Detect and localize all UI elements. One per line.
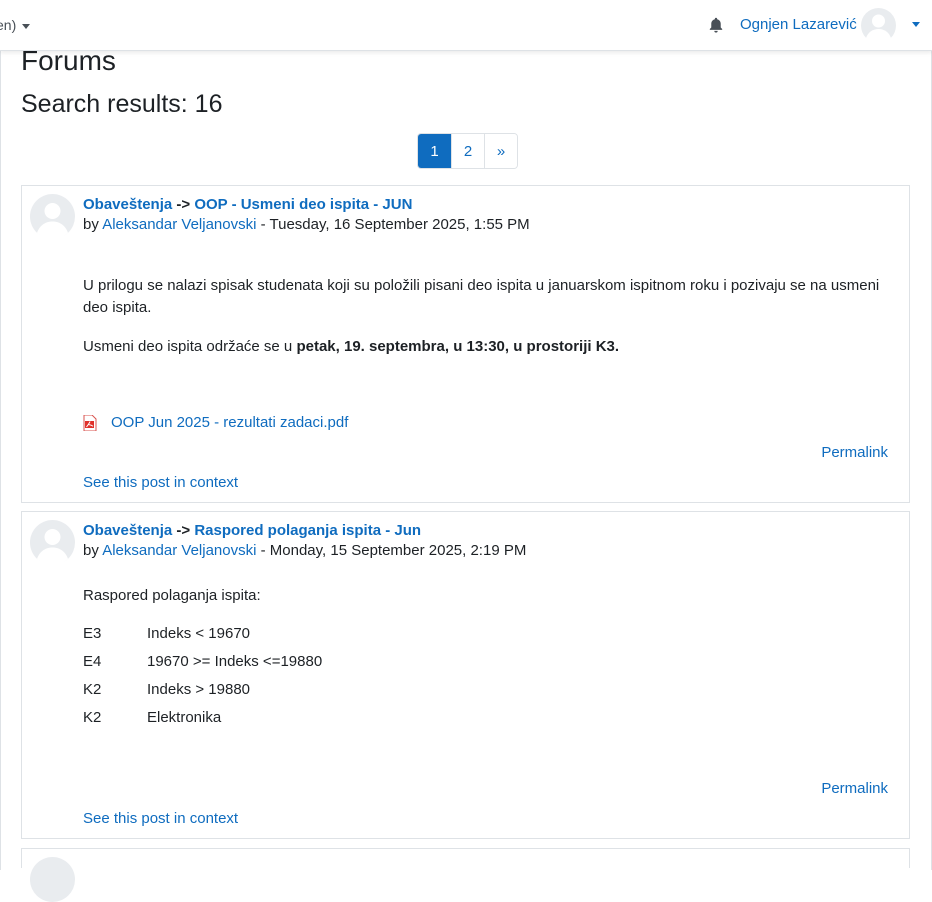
- range-cell: 19670 >= Indeks <=19880: [147, 653, 323, 670]
- chevron-down-icon: [22, 23, 31, 29]
- user-menu-name[interactable]: Ognjen Lazarević: [740, 16, 857, 33]
- pagination: 1 2 »: [417, 133, 518, 169]
- room-cell: E3: [83, 625, 102, 642]
- post-header: Obaveštenja -> Raspored polaganja ispita…: [83, 521, 526, 561]
- post-content: U prilogu se nalazi spisak studenata koj…: [83, 275, 893, 358]
- user-avatar-icon[interactable]: [861, 8, 896, 43]
- table-row: K2 Elektronika: [83, 704, 893, 732]
- attachment: OOP Jun 2025 - rezultati zadaci.pdf: [83, 414, 348, 431]
- forum-link[interactable]: Obaveštenja: [83, 522, 172, 539]
- range-cell: Elektronika: [147, 709, 222, 726]
- post-paragraph: U prilogu se nalazi spisak studenata koj…: [83, 277, 880, 316]
- bell-icon[interactable]: [707, 16, 725, 34]
- user-menu-chevron-icon[interactable]: [912, 22, 920, 27]
- breadcrumb-arrow: ->: [176, 522, 191, 539]
- table-row: E3 Indeks < 19670: [83, 620, 893, 648]
- pdf-file-icon: [83, 414, 97, 431]
- author-link[interactable]: Aleksandar Veljanovski: [102, 216, 256, 233]
- forum-post: Obaveštenja -> Raspored polaganja ispita…: [21, 511, 910, 839]
- see-post-in-context-link[interactable]: See this post in context: [83, 474, 238, 491]
- forum-link[interactable]: Obaveštenja: [83, 196, 172, 213]
- post-date: - Monday, 15 September 2025, 2:19 PM: [256, 542, 527, 559]
- post-paragraph: Usmeni deo ispita održaće se u petak, 19…: [83, 336, 893, 358]
- language-label: en): [0, 17, 17, 33]
- room-cell: K2: [83, 681, 102, 698]
- post-subject-link[interactable]: OOP - Usmeni deo ispita - JUN: [194, 196, 412, 213]
- top-navbar: en) Ognjen Lazarević: [0, 0, 932, 51]
- page-2-button[interactable]: 2: [451, 134, 484, 168]
- room-cell: E4: [83, 653, 102, 670]
- permalink-link[interactable]: Permalink: [821, 444, 888, 461]
- author-link[interactable]: Aleksandar Veljanovski: [102, 542, 256, 559]
- post-content: Raspored polaganja ispita: E3 Indeks < 1…: [83, 585, 893, 732]
- post-header: Obaveštenja -> OOP - Usmeni deo ispita -…: [83, 195, 530, 235]
- breadcrumb-arrow: ->: [176, 196, 191, 213]
- author-avatar-icon[interactable]: [30, 857, 75, 902]
- by-label: by: [83, 542, 99, 559]
- table-row: K2 Indeks > 19880: [83, 676, 893, 704]
- post-bold-text: petak, 19. septembra, u 13:30, u prostor…: [296, 338, 620, 355]
- author-avatar-icon[interactable]: [30, 194, 75, 239]
- range-cell: Indeks > 19880: [147, 681, 251, 698]
- schedule-table: E3 Indeks < 19670 E4 19670 >= Indeks <=1…: [83, 620, 893, 732]
- permalink-link[interactable]: Permalink: [821, 780, 888, 797]
- table-row: E4 19670 >= Indeks <=19880: [83, 648, 893, 676]
- post-date: - Tuesday, 16 September 2025, 1:55 PM: [256, 216, 530, 233]
- author-avatar-icon[interactable]: [30, 520, 75, 565]
- search-results-heading: Search results: 16: [21, 90, 223, 118]
- forum-post: Obaveštenja -> OOP - Usmeni deo ispita -…: [21, 185, 910, 503]
- room-cell: K2: [83, 709, 102, 726]
- post-paragraph: Raspored polaganja ispita:: [83, 587, 261, 604]
- language-menu[interactable]: en): [0, 17, 31, 33]
- by-label: by: [83, 216, 99, 233]
- post-text: Usmeni deo ispita održaće se u: [83, 338, 297, 355]
- see-post-in-context-link[interactable]: See this post in context: [83, 810, 238, 827]
- forum-post: [21, 848, 910, 902]
- range-cell: Indeks < 19670: [147, 625, 251, 642]
- next-page-button[interactable]: »: [484, 134, 517, 168]
- post-subject-link[interactable]: Raspored polaganja ispita - Jun: [194, 522, 421, 539]
- attachment-link[interactable]: OOP Jun 2025 - rezultati zadaci.pdf: [111, 414, 348, 431]
- page-1-button[interactable]: 1: [418, 134, 451, 168]
